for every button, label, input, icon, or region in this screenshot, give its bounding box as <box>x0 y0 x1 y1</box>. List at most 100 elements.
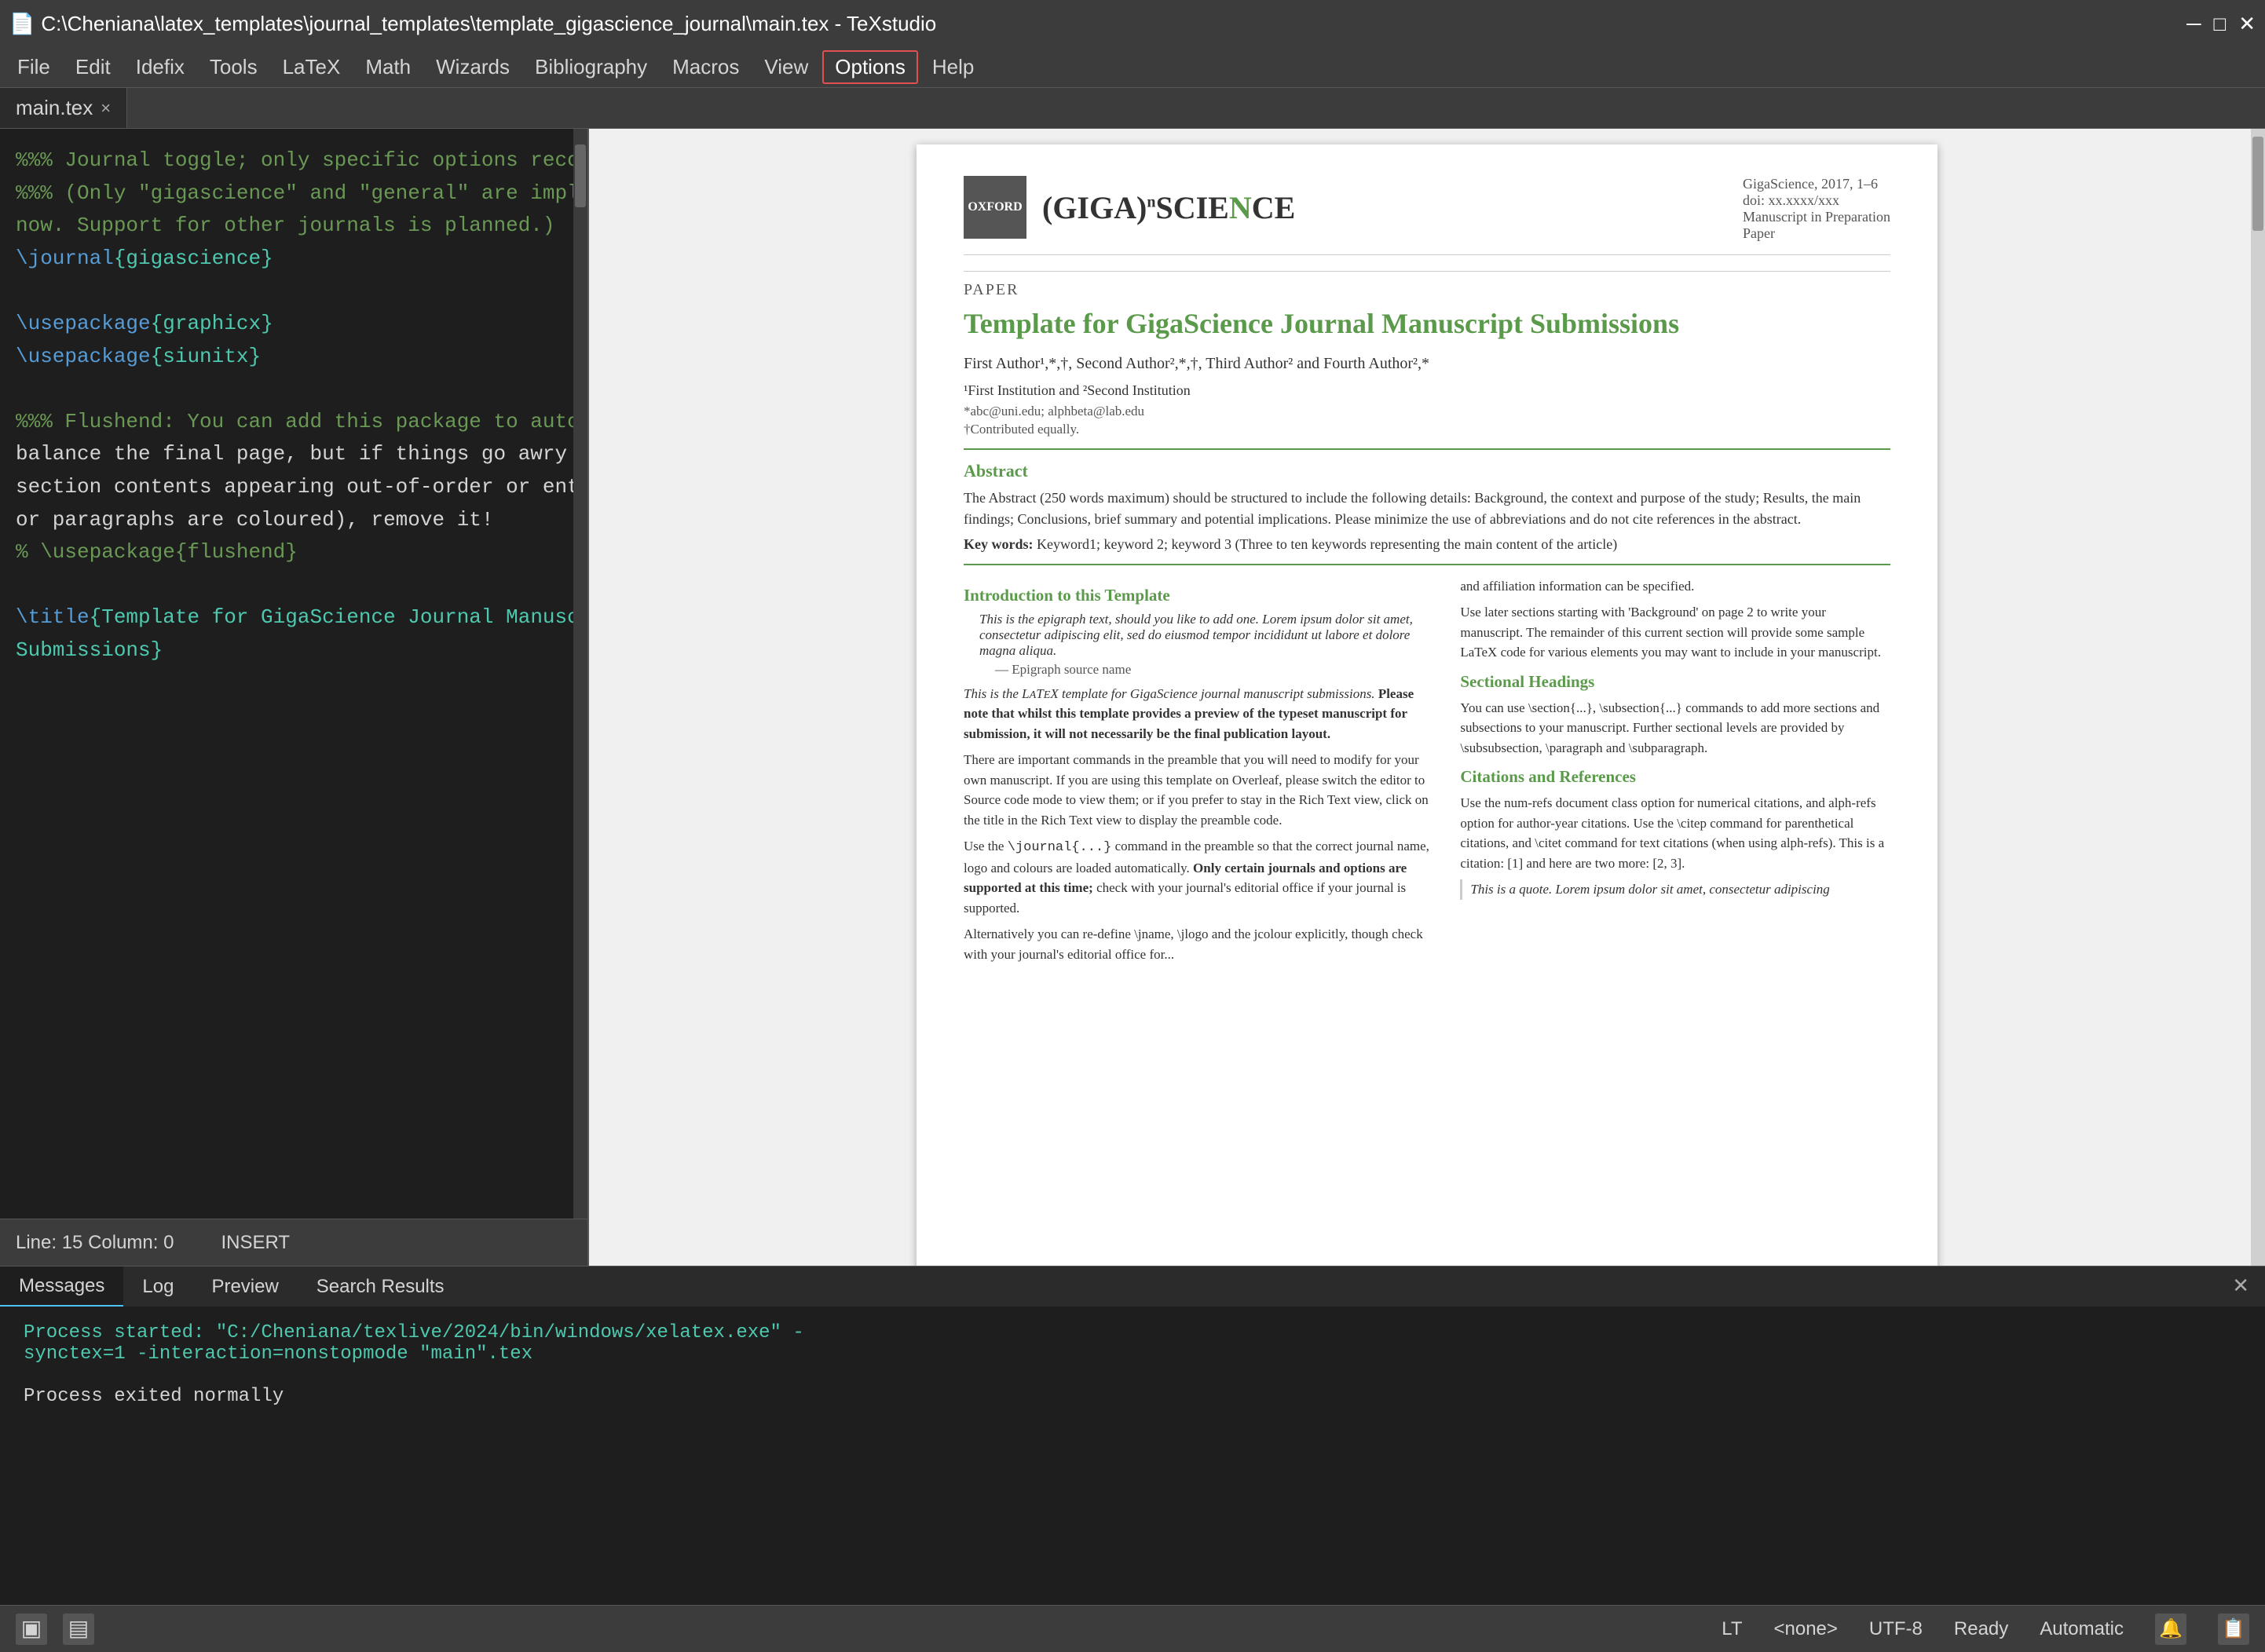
keywords-label: Key words: <box>964 536 1034 552</box>
messages-tabs: Messages Log Preview Search Results <box>0 1266 2216 1307</box>
messages-panel: Messages Log Preview Search Results ✕ <box>0 1266 2265 1307</box>
col-right: and affiliation information can be speci… <box>1460 576 1890 971</box>
bottom-status-bar: ▣ ▤ LT <none> UTF-8 Ready Automatic 🔔 📋 <box>0 1605 2265 1652</box>
menu-bar: File Edit Idefix Tools LaTeX Math Wizard… <box>0 47 2265 88</box>
title-bar-controls[interactable]: ─ □ ✕ <box>2186 12 2256 36</box>
status-icon-1[interactable]: ▣ <box>16 1614 47 1645</box>
tab-messages[interactable]: Messages <box>0 1266 123 1307</box>
contributed: †Contributed equally. <box>964 422 1890 437</box>
clipboard-icon[interactable]: 📋 <box>2218 1614 2249 1645</box>
intro-body-4: Alternatively you can re-define \jname, … <box>964 924 1436 964</box>
intro-title: Introduction to this Template <box>964 586 1436 605</box>
right-body-2: Use later sections starting with 'Backgr… <box>1460 602 1890 663</box>
intro-body-2: There are important commands in the prea… <box>964 750 1436 830</box>
title-bar: 📄 C:\Cheniana\latex_templates\journal_te… <box>0 0 2265 47</box>
two-col-layout: Introduction to this Template This is th… <box>964 576 1890 971</box>
tabs-bar: main.tex × <box>0 88 2265 129</box>
status-icon-2[interactable]: ▤ <box>63 1614 94 1645</box>
menu-view[interactable]: View <box>753 52 819 82</box>
encoding-selector[interactable]: <none> <box>1773 1618 1837 1640</box>
menu-edit[interactable]: Edit <box>64 52 122 82</box>
menu-bibliography[interactable]: Bibliography <box>524 52 658 82</box>
line-col-status: Line: 15 Column: 0 <box>16 1232 174 1254</box>
menu-tools[interactable]: Tools <box>199 52 269 82</box>
title-bar-left: 📄 C:\Cheniana\latex_templates\journal_te… <box>9 12 936 36</box>
paper-type: Paper <box>1743 225 1890 242</box>
log-line-3: Process exited normally <box>24 1386 2241 1407</box>
right-body-1: and affiliation information can be speci… <box>1460 576 1890 597</box>
doi-line: doi: xx.xxxx/xxx <box>1743 192 1890 209</box>
quote-text: This is a quote. Lorem ipsum dolor sit a… <box>1460 879 1890 900</box>
log-line-2: synctex=1 -interaction=nonstopmode "main… <box>24 1343 2241 1365</box>
abstract-title: Abstract <box>964 461 1890 481</box>
app-icon: 📄 <box>9 12 35 36</box>
epigraph: This is the epigraph text, should you li… <box>979 612 1436 659</box>
intro-body-3: Use the \journal{...} command in the pre… <box>964 836 1436 918</box>
editor-pane: %%% Journal toggle; only specific option… <box>0 129 589 1266</box>
journal-info: GigaScience, 2017, 1–6 doi: xx.xxxx/xxx … <box>1743 176 1890 242</box>
menu-latex[interactable]: LaTeX <box>272 52 352 82</box>
affiliations: ¹First Institution and ²Second Instituti… <box>964 382 1890 399</box>
log-line-1: Process started: "C:/Cheniana/texlive/20… <box>24 1322 2241 1343</box>
col-left: Introduction to this Template This is th… <box>964 576 1436 971</box>
menu-math[interactable]: Math <box>354 52 422 82</box>
editor-content[interactable]: %%% Journal toggle; only specific option… <box>0 129 587 683</box>
menu-file[interactable]: File <box>6 52 61 82</box>
ready-status: Ready <box>1954 1618 2008 1640</box>
spell-check: Automatic <box>2040 1618 2124 1640</box>
epigraph-source: — Epigraph source name <box>995 662 1436 678</box>
menu-idefix[interactable]: Idefix <box>125 52 196 82</box>
menu-wizards[interactable]: Wizards <box>425 52 521 82</box>
close-button[interactable]: ✕ <box>2238 12 2256 36</box>
messages-close-button[interactable]: ✕ <box>2216 1268 2265 1305</box>
notification-icon[interactable]: 🔔 <box>2155 1614 2186 1645</box>
keywords-text: Keyword1; keyword 2; keyword 3 (Three to… <box>1037 536 1617 552</box>
citations-title: Citations and References <box>1460 767 1890 787</box>
menu-help[interactable]: Help <box>921 52 985 82</box>
manuscript-type: Manuscript in Preparation <box>1743 209 1890 225</box>
main-content: %%% Journal toggle; only specific option… <box>0 129 2265 1266</box>
status-bar: Line: 15 Column: 0 INSERT <box>0 1219 587 1266</box>
window-title: C:\Cheniana\latex_templates\journal_temp… <box>41 12 936 36</box>
preview-document: OXFORD (GIGA)nSCIENCE GigaScience, 2017,… <box>917 144 1938 1266</box>
divider-1 <box>964 448 1890 450</box>
abstract-text: The Abstract (250 words maximum) should … <box>964 488 1890 530</box>
editor-scrollbar-thumb[interactable] <box>575 144 586 207</box>
editor-scrollbar[interactable] <box>573 129 587 1219</box>
section-label: PAPER <box>964 271 1890 299</box>
log-content: Process started: "C:/Cheniana/texlive/20… <box>0 1307 2265 1605</box>
tab-close-button[interactable]: × <box>101 98 111 119</box>
tab-label: main.tex <box>16 96 93 120</box>
preview-scrollbar[interactable] <box>2251 129 2265 1266</box>
tab-preview[interactable]: Preview <box>192 1266 297 1307</box>
tab-main-tex[interactable]: main.tex × <box>0 88 127 128</box>
minimize-button[interactable]: ─ <box>2186 12 2201 36</box>
citations-body: Use the num-refs document class option f… <box>1460 793 1890 873</box>
bottom-status-left: ▣ ▤ <box>16 1614 94 1645</box>
article-title: Template for GigaScience Journal Manuscr… <box>964 305 1890 342</box>
tab-search-results[interactable]: Search Results <box>298 1266 463 1307</box>
preview-header: OXFORD (GIGA)nSCIENCE GigaScience, 2017,… <box>964 176 1890 255</box>
bottom-status-right: LT <none> UTF-8 Ready Automatic 🔔 📋 <box>1722 1614 2249 1645</box>
editor-scroll[interactable]: %%% Journal toggle; only specific option… <box>0 129 587 1219</box>
preview-scrollbar-thumb[interactable] <box>2252 137 2263 231</box>
maximize-button[interactable]: □ <box>2213 12 2226 36</box>
charset: UTF-8 <box>1869 1618 1923 1640</box>
sectional-body: You can use \section{...}, \subsection{.… <box>1460 698 1890 758</box>
preview-pane[interactable]: OXFORD (GIGA)nSCIENCE GigaScience, 2017,… <box>589 129 2265 1266</box>
intro-body-1: This is the LATEX template for GigaScien… <box>964 684 1436 744</box>
menu-options[interactable]: Options <box>822 50 918 84</box>
lt-label: LT <box>1722 1618 1742 1640</box>
edit-mode: INSERT <box>221 1232 290 1254</box>
oxford-logo: OXFORD <box>964 176 1026 239</box>
menu-macros[interactable]: Macros <box>661 52 750 82</box>
authors: First Author¹,*,†, Second Author²,*,†, T… <box>964 355 1890 373</box>
keywords: Key words: Keyword1; keyword 2; keyword … <box>964 536 1890 553</box>
divider-2 <box>964 564 1890 565</box>
emails: *abc@uni.edu; alphbeta@lab.edu <box>964 404 1890 419</box>
journal-logos: OXFORD (GIGA)nSCIENCE <box>964 176 1295 239</box>
tab-log[interactable]: Log <box>123 1266 192 1307</box>
sectional-title: Sectional Headings <box>1460 672 1890 692</box>
journal-citation: GigaScience, 2017, 1–6 <box>1743 176 1890 192</box>
giga-logo: (GIGA)nSCIENCE <box>1042 189 1295 226</box>
